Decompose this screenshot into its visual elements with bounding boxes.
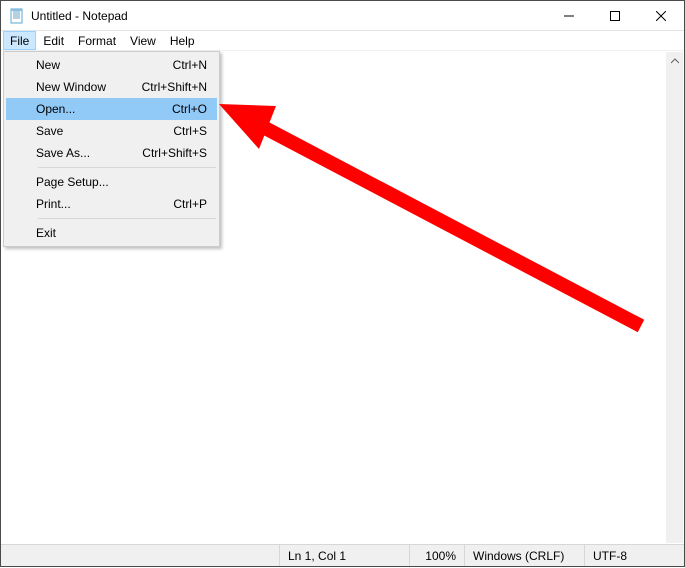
status-zoom: 100% bbox=[409, 545, 464, 566]
window-title: Untitled - Notepad bbox=[31, 9, 546, 23]
vertical-scrollbar[interactable] bbox=[666, 52, 683, 543]
menu-item-exit[interactable]: Exit bbox=[6, 222, 217, 244]
menu-item-label: New Window bbox=[36, 80, 142, 94]
menu-format[interactable]: Format bbox=[71, 31, 123, 50]
menu-item-label: New bbox=[36, 58, 173, 72]
status-spacer bbox=[1, 545, 279, 566]
menu-item-page-setup[interactable]: Page Setup... bbox=[6, 171, 217, 193]
menu-item-label: Page Setup... bbox=[36, 175, 207, 189]
status-encoding: UTF-8 bbox=[584, 545, 684, 566]
file-dropdown-menu: New Ctrl+N New Window Ctrl+Shift+N Open.… bbox=[3, 51, 220, 247]
status-cursor-position: Ln 1, Col 1 bbox=[279, 545, 409, 566]
menu-item-shortcut: Ctrl+N bbox=[173, 58, 207, 72]
notepad-icon bbox=[9, 8, 25, 24]
menu-item-new-window[interactable]: New Window Ctrl+Shift+N bbox=[6, 76, 217, 98]
menu-item-label: Save bbox=[36, 124, 173, 138]
scroll-up-arrow-icon[interactable] bbox=[666, 52, 683, 69]
menu-file[interactable]: File bbox=[3, 31, 36, 50]
menu-edit[interactable]: Edit bbox=[36, 31, 71, 50]
menu-item-label: Open... bbox=[36, 102, 172, 116]
menu-separator bbox=[38, 218, 216, 219]
menu-item-open[interactable]: Open... Ctrl+O bbox=[6, 98, 217, 120]
menu-item-shortcut: Ctrl+P bbox=[173, 197, 207, 211]
close-button[interactable] bbox=[638, 1, 684, 30]
menu-item-print[interactable]: Print... Ctrl+P bbox=[6, 193, 217, 215]
menu-item-shortcut: Ctrl+Shift+N bbox=[142, 80, 207, 94]
menu-item-label: Save As... bbox=[36, 146, 142, 160]
menu-item-new[interactable]: New Ctrl+N bbox=[6, 54, 217, 76]
menu-item-label: Exit bbox=[36, 226, 207, 240]
status-bar: Ln 1, Col 1 100% Windows (CRLF) UTF-8 bbox=[1, 544, 684, 566]
maximize-button[interactable] bbox=[592, 1, 638, 30]
menu-bar: File Edit Format View Help bbox=[1, 31, 684, 51]
minimize-button[interactable] bbox=[546, 1, 592, 30]
menu-item-shortcut: Ctrl+O bbox=[172, 102, 207, 116]
window-controls bbox=[546, 1, 684, 30]
menu-item-save-as[interactable]: Save As... Ctrl+Shift+S bbox=[6, 142, 217, 164]
menu-item-shortcut: Ctrl+Shift+S bbox=[142, 146, 207, 160]
menu-separator bbox=[38, 167, 216, 168]
title-bar: Untitled - Notepad bbox=[1, 1, 684, 31]
menu-item-shortcut: Ctrl+S bbox=[173, 124, 207, 138]
menu-item-save[interactable]: Save Ctrl+S bbox=[6, 120, 217, 142]
menu-item-label: Print... bbox=[36, 197, 173, 211]
menu-help[interactable]: Help bbox=[163, 31, 202, 50]
menu-view[interactable]: View bbox=[123, 31, 163, 50]
status-line-ending: Windows (CRLF) bbox=[464, 545, 584, 566]
